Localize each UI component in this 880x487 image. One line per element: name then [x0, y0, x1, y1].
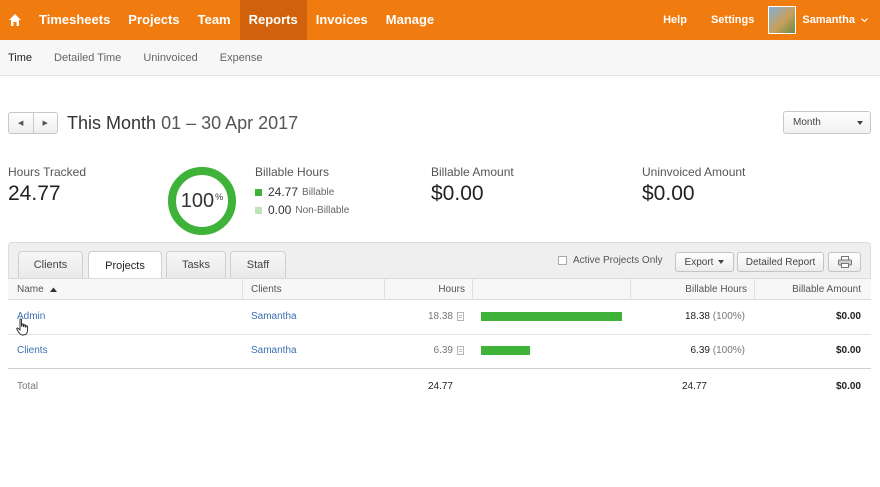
total-hours: 24.77	[427, 381, 453, 392]
hand-cursor-icon	[16, 318, 28, 336]
column-name-header[interactable]: Name	[17, 279, 58, 300]
row-clients-amount: $0.00	[835, 345, 861, 356]
export-label: Export	[684, 256, 714, 268]
detailed-report-button[interactable]: Detailed Report	[737, 252, 824, 272]
row-divider	[8, 334, 871, 335]
row-admin-billable-hours-value: 18.38	[684, 311, 710, 322]
subnav-uninvoiced[interactable]: Uninvoiced	[143, 52, 197, 64]
nav-projects[interactable]: Projects	[119, 0, 188, 40]
period-select-value: Month	[793, 117, 821, 128]
tab-staff[interactable]: Staff	[230, 251, 286, 278]
billable-text: Billable	[302, 186, 335, 198]
tab-tasks[interactable]: Tasks	[166, 251, 226, 278]
export-button[interactable]: Export	[675, 252, 734, 272]
nonbillable-hours-value: 0.00	[268, 203, 292, 217]
printer-icon	[837, 256, 852, 268]
active-projects-label: Active Projects Only	[573, 255, 663, 266]
billable-percent: 100%	[166, 165, 238, 237]
nav-manage[interactable]: Manage	[377, 0, 443, 40]
uninvoiced-amount-value: $0.00	[642, 182, 695, 205]
row-clients-hours: 6.39	[433, 345, 453, 356]
hours-tracked-label: Hours Tracked	[8, 165, 87, 179]
home-icon[interactable]	[0, 0, 30, 40]
period-select[interactable]: Month	[783, 111, 871, 134]
print-button[interactable]	[828, 252, 861, 272]
subnav-time[interactable]: Time	[8, 52, 32, 64]
period-label: This Month	[67, 113, 157, 133]
column-hours-header[interactable]: Hours	[385, 279, 465, 300]
column-separator	[242, 279, 243, 300]
next-period-button[interactable]: ▶	[32, 113, 58, 133]
nav-reports[interactable]: Reports	[239, 0, 307, 40]
active-projects-only-toggle[interactable]: Active Projects Only	[558, 255, 662, 266]
caret-down-icon	[718, 260, 725, 264]
billable-hours-value: 24.77	[268, 185, 299, 199]
column-clients-header[interactable]: Clients	[251, 279, 282, 300]
row-admin-amount: $0.00	[835, 311, 861, 322]
user-name: Samantha	[802, 14, 855, 26]
document-icon[interactable]	[457, 312, 464, 321]
row-clients-hours-bar	[481, 346, 530, 355]
report-subnav: Time Detailed Time Uninvoiced Expense	[0, 40, 880, 76]
period-title: This Month 01 – 30 Apr 2017	[67, 113, 298, 134]
period-range: 01 – 30 Apr 2017	[161, 113, 299, 133]
row-admin-client[interactable]: Samantha	[251, 311, 297, 322]
row-clients-billable-hours: 6.39 (100%)	[630, 345, 746, 356]
nav-timesheets[interactable]: Timesheets	[30, 0, 119, 40]
active-projects-checkbox[interactable]	[558, 256, 567, 265]
billable-percent-value: 100	[180, 189, 215, 212]
total-divider	[8, 368, 871, 369]
chevron-down-icon	[861, 18, 868, 23]
user-menu[interactable]: Samantha	[802, 14, 868, 26]
row-clients-billable-pct: (100%)	[712, 345, 745, 356]
row-clients-client[interactable]: Samantha	[251, 345, 297, 356]
avatar[interactable]	[768, 6, 797, 34]
billable-hours-label: Billable Hours	[255, 165, 330, 179]
nonbillable-text: Non-Billable	[295, 204, 350, 216]
legend-billable: 24.77 Billable	[255, 185, 334, 199]
column-name-label: Name	[17, 284, 44, 295]
row-admin-hours: 18.38	[427, 311, 453, 322]
nav-help[interactable]: Help	[651, 0, 699, 40]
billable-percent-unit: %	[215, 192, 224, 202]
nav-invoices[interactable]: Invoices	[307, 0, 377, 40]
total-billable-hours: 24.77	[681, 381, 707, 392]
column-billable-hours-header[interactable]: Billable Hours	[631, 279, 747, 300]
tab-projects[interactable]: Projects	[88, 251, 162, 279]
total-amount: $0.00	[835, 381, 861, 392]
caret-down-icon	[857, 121, 863, 125]
row-clients-billable-hours-value: 6.39	[690, 345, 710, 356]
row-clients-name[interactable]: Clients	[17, 345, 48, 356]
total-label: Total	[17, 381, 39, 392]
nonbillable-swatch	[255, 206, 262, 214]
billable-swatch	[255, 188, 262, 196]
billable-amount-value: $0.00	[431, 182, 484, 205]
hours-tracked-value: 24.77	[8, 182, 61, 205]
subnav-expense[interactable]: Expense	[220, 52, 263, 64]
row-admin-hours-bar	[481, 312, 622, 321]
billable-amount-label: Billable Amount	[431, 165, 514, 179]
nav-team[interactable]: Team	[189, 0, 240, 40]
previous-period-button[interactable]: ◀	[9, 113, 33, 133]
document-icon[interactable]	[457, 346, 464, 355]
uninvoiced-amount-label: Uninvoiced Amount	[642, 165, 746, 179]
legend-nonbillable: 0.00 Non-Billable	[255, 203, 349, 217]
nav-settings[interactable]: Settings	[699, 0, 766, 40]
row-admin-billable-hours: 18.38 (100%)	[630, 311, 745, 322]
table-header: Name Clients Hours Billable Hours Billab…	[8, 278, 871, 300]
sort-ascending-icon	[50, 287, 58, 292]
column-billable-amount-header[interactable]: Billable Amount	[755, 279, 861, 300]
subnav-detailed-time[interactable]: Detailed Time	[54, 52, 121, 64]
row-admin-billable-pct: (100%)	[712, 311, 745, 322]
period-pager: ◀ ▶	[8, 112, 58, 134]
column-separator	[472, 279, 473, 300]
tab-clients[interactable]: Clients	[18, 251, 83, 278]
top-navigation: Timesheets Projects Team Reports Invoice…	[0, 0, 880, 40]
